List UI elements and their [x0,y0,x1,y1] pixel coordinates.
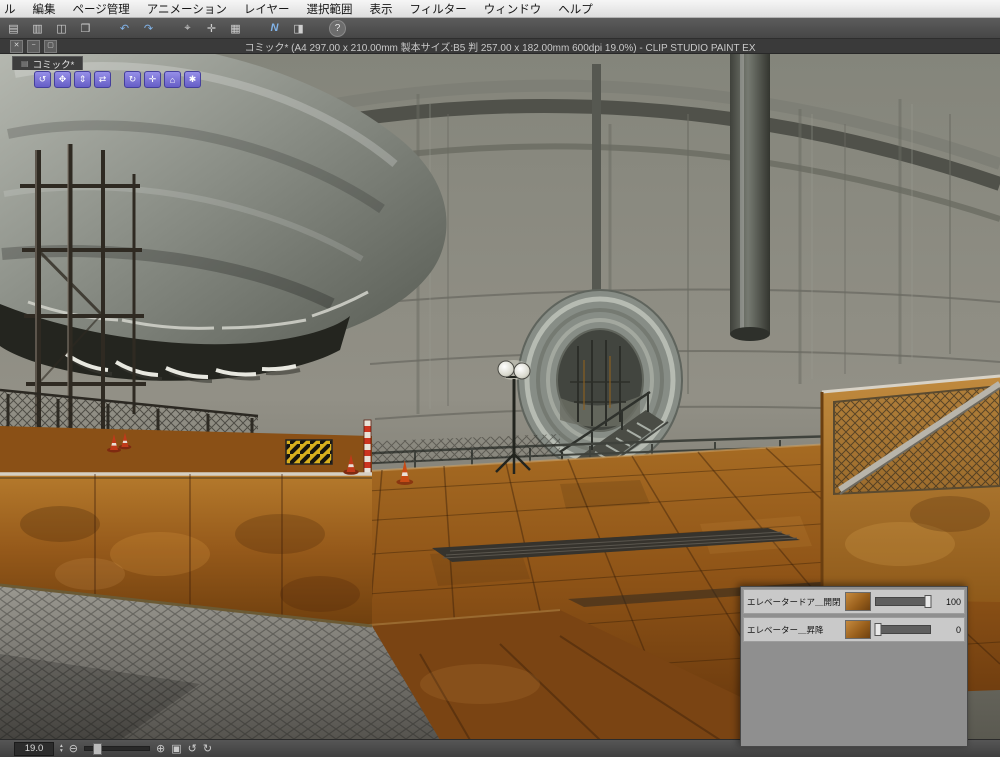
menu-view[interactable]: 表示 [369,1,392,17]
door-open-slider[interactable] [875,595,932,608]
object-row-label: エレベータードア＿開閉 [747,596,841,607]
rotate-left-icon[interactable]: ↺ [188,742,197,756]
zoom-in-icon[interactable]: ⊕ [156,742,165,756]
object-home-icon[interactable]: ⌂ [164,71,181,88]
3d-camera-toolbar: ↺ ✥ ⇕ ⇄ ↻ ✛ ⌂ ✱ [34,71,201,88]
object-row-label: エレベーター＿昇降 [747,624,824,635]
new-page-icon[interactable]: ▤ [5,20,22,36]
help-icon[interactable]: ? [329,19,346,37]
zoom-out-icon[interactable]: ⊖ [69,742,78,756]
snap-icon[interactable]: ⌖ [179,20,196,36]
object-rotate-icon[interactable]: ↻ [124,71,141,88]
slider-handle[interactable] [874,623,882,636]
window-buttons: ✕ − ▢ [10,40,57,53]
document-title: コミック* (A4 297.00 x 210.00mm 製本サイズ:B5 判 2… [244,42,756,54]
menu-page-manage[interactable]: ページ管理 [73,1,130,17]
close-icon[interactable]: ✕ [10,40,23,53]
document-title-bar: ✕ − ▢ コミック* (A4 297.00 x 210.00mm 製本サイズ:… [0,39,1000,54]
maximize-icon[interactable]: ▢ [44,40,57,53]
camera-dolly-icon[interactable]: ⇄ [94,71,111,88]
workspace: ▤ コミック* ↺ ✥ ⇕ ⇄ ↻ ✛ ⌂ ✱ エレベータードア＿開閉 100 … [0,54,1000,757]
camera-rotate-icon[interactable]: ↺ [34,71,51,88]
slider-handle[interactable] [924,595,932,608]
minimize-icon[interactable]: − [27,40,40,53]
export-icon[interactable]: ❒ [77,20,94,36]
camera-zoom-icon[interactable]: ⇕ [74,71,91,88]
grid-icon[interactable]: ▦ [227,20,244,36]
menu-help[interactable]: ヘルプ [558,1,593,17]
object-row-door: エレベータードア＿開閉 100 [743,589,965,614]
zoom-stepper[interactable]: ▴ ▾ [60,743,63,754]
zoom-slider[interactable] [83,743,150,755]
slider-value: 100 [945,596,961,607]
slider-value: 0 [955,624,961,635]
fit-to-window-icon[interactable]: ▣ [171,742,181,756]
object-row-elevator: エレベーター＿昇降 0 [743,617,965,642]
canvas-tab-label: コミック* [32,59,75,71]
menu-window[interactable]: ウィンドウ [484,1,542,17]
object-settings-icon[interactable]: ✱ [184,71,201,88]
vector-icon[interactable]: N [266,20,283,36]
undo-icon[interactable]: ↶ [116,20,133,36]
redo-icon[interactable]: ↷ [140,20,157,36]
object-pan-icon[interactable]: ✛ [144,71,161,88]
document-icon: ▤ [21,59,29,68]
zoom-slider-handle[interactable] [92,743,102,755]
elevator-lift-slider[interactable] [874,623,931,636]
ruler-icon[interactable]: ◨ [290,20,307,36]
object-thumbnail[interactable] [845,620,871,639]
canvas-tab[interactable]: ▤ コミック* [12,56,84,71]
command-bar: ▤ ▥ ◫ ❒ ↶ ↷ ⌖ ✛ ▦ N ◨ ? [0,18,1000,39]
zoom-value[interactable]: 19.0 [14,741,54,756]
menu-filter[interactable]: フィルター [409,1,466,17]
save-icon[interactable]: ◫ [53,20,70,36]
menu-animation[interactable]: アニメーション [147,1,227,17]
menu-bar: ル 編集 ページ管理 アニメーション レイヤー 選択範囲 表示 フィルター ウィ… [0,0,1000,18]
menu-selection[interactable]: 選択範囲 [306,1,352,17]
right-rust-door [820,374,1000,602]
rotate-right-icon[interactable]: ↻ [203,742,212,756]
menu-edit[interactable]: 編集 [33,1,56,17]
move-icon[interactable]: ✛ [203,20,220,36]
step-down-icon[interactable]: ▾ [60,748,63,754]
open-page-icon[interactable]: ▥ [29,20,46,36]
clip-studio-paint-window: { "window": { "title": "コミック* (A4 297.00… [0,0,1000,757]
camera-pan-icon[interactable]: ✥ [54,71,71,88]
object-launcher-panel: エレベータードア＿開閉 100 エレベーター＿昇降 0 [740,586,968,747]
camera-toolbar-gap [114,71,121,88]
menu-file[interactable]: ル [4,1,16,17]
object-thumbnail[interactable] [845,592,871,611]
menu-layer[interactable]: レイヤー [244,1,290,17]
